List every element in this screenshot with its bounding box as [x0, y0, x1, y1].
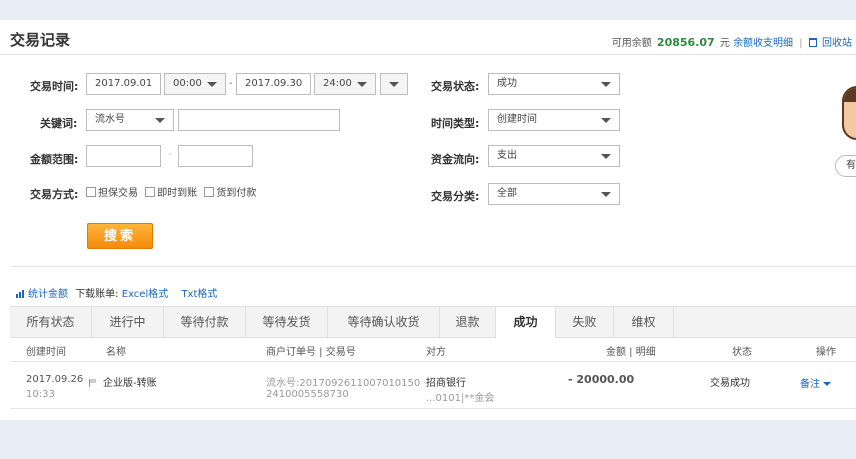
trade-time-label: 交易时间: [30, 80, 79, 93]
row-remark-action[interactable]: 备注 [800, 375, 831, 390]
separator: | [799, 38, 803, 49]
time-type-label: 时间类型: [431, 117, 480, 130]
row-counterparty: 招商银行 [426, 378, 466, 389]
col-name: 名称 [106, 347, 126, 358]
tab-success[interactable]: 成功 [496, 307, 556, 338]
row-time: 10:33 [26, 389, 55, 400]
checkbox-icon[interactable] [86, 187, 96, 197]
bar-chart-icon [16, 290, 26, 298]
row-divider [10, 408, 856, 409]
time-type-select[interactable]: 创建时间 [488, 109, 620, 131]
row-counterparty-account: ...0101|**金会 [426, 393, 495, 404]
amount-range-label: 金额范围: [30, 153, 79, 166]
row-name-cell: 企业版-转账 [89, 374, 157, 389]
tab-awaiting-receipt[interactable]: 等待确认收货 [328, 307, 440, 337]
page-header: 交易记录 可用余额 20856.07 元 余额收支明细 | 回收站 [0, 20, 856, 55]
balance-detail-link[interactable]: 余额收支明细 [733, 38, 793, 49]
balance-amount: 20856.07 [656, 36, 715, 49]
method-option-escrow[interactable]: 担保交易 [86, 187, 138, 199]
date-preset-dropdown[interactable] [380, 73, 408, 95]
method-option-instant[interactable]: 即时到账 [145, 187, 197, 199]
date-range-dash: - [229, 78, 233, 89]
keyword-type-select[interactable]: 流水号 [86, 109, 174, 131]
col-action: 操作 [816, 347, 836, 358]
trade-category-select[interactable]: 全部 [488, 183, 620, 205]
trash-icon [808, 38, 817, 47]
checkbox-icon[interactable] [145, 187, 156, 197]
bill-tools: 统计金额 下载账单: Excel格式 Txt格式 [16, 285, 217, 300]
page-title: 交易记录 [10, 31, 71, 49]
start-date-input[interactable]: 2017.09.01 [86, 73, 161, 95]
txt-download-link[interactable]: Txt格式 [181, 289, 217, 300]
fund-flow-select[interactable]: 支出 [488, 145, 620, 167]
col-counterparty: 对方 [426, 347, 446, 358]
tab-awaiting-shipment[interactable]: 等待发货 [246, 307, 328, 337]
amount-range-dash: - [168, 149, 172, 160]
col-status: 状态 [732, 347, 752, 358]
remark-label[interactable]: 备注 [800, 379, 820, 390]
excel-download-link[interactable]: Excel格式 [122, 289, 169, 300]
trade-status-label: 交易状态: [431, 80, 480, 93]
fund-flow-label: 资金流向: [431, 153, 480, 166]
assistant-avatar[interactable] [842, 86, 856, 140]
download-label: 下载账单: [75, 289, 119, 300]
tab-refund[interactable]: 退款 [440, 307, 496, 337]
balance-unit: 元 [719, 38, 730, 49]
tab-dispute[interactable]: 维权 [614, 307, 674, 337]
flag-icon[interactable] [89, 379, 97, 387]
recycle-bin-link[interactable]: 回收站 [822, 38, 852, 49]
stats-amount-link[interactable]: 统计金额 [28, 289, 68, 300]
section-divider [10, 266, 856, 267]
row-date: 2017.09.26 [26, 374, 84, 385]
row-trade-no: 2410005558730 [266, 389, 349, 400]
tab-awaiting-payment[interactable]: 等待付款 [164, 307, 246, 337]
checkbox-icon[interactable] [204, 187, 215, 197]
header-row-divider [10, 361, 856, 362]
trade-category-label: 交易分类: [431, 190, 480, 203]
col-created-time: 创建时间 [26, 347, 66, 358]
trade-status-select[interactable]: 成功 [488, 73, 620, 95]
row-amount: - 20000.00 [568, 373, 635, 386]
tab-in-progress[interactable]: 进行中 [92, 307, 164, 337]
end-time-select[interactable]: 24:00 [314, 73, 376, 95]
col-amount: 金额 | 明细 [606, 347, 656, 358]
col-order-number: 商户订单号 | 交易号 [266, 347, 356, 358]
trade-method-label: 交易方式: [30, 188, 79, 201]
amount-min-input[interactable] [86, 145, 161, 167]
start-time-select[interactable]: 00:00 [164, 73, 226, 95]
tab-all[interactable]: 所有状态 [10, 307, 92, 337]
search-button[interactable]: 搜索 [87, 223, 153, 249]
tab-failed[interactable]: 失败 [556, 307, 614, 337]
chevron-down-icon[interactable] [823, 382, 831, 386]
balance-bar: 可用余额 20856.07 元 余额收支明细 | 回收站 [612, 34, 852, 49]
keyword-label: 关键词: [40, 117, 78, 130]
row-status: 交易成功 [710, 378, 750, 389]
balance-label: 可用余额 [611, 38, 652, 49]
end-date-input[interactable]: 2017.09.30 [236, 73, 311, 95]
status-tabs: 所有状态 进行中 等待付款 等待发货 等待确认收货 退款 成功 失败 维权 [10, 306, 856, 338]
side-help-pill[interactable]: 有 [835, 155, 856, 177]
trade-method-options: 担保交易 即时到账 货到付款 [86, 184, 260, 199]
row-serial: 流水号:2017092611007010150 [266, 378, 421, 389]
row-name: 企业版-转账 [103, 378, 157, 389]
method-option-cod[interactable]: 货到付款 [204, 187, 256, 199]
keyword-input[interactable] [178, 109, 340, 131]
amount-max-input[interactable] [178, 145, 253, 167]
transaction-records-panel: 交易记录 可用余额 20856.07 元 余额收支明细 | 回收站 交易时间: … [0, 20, 856, 420]
